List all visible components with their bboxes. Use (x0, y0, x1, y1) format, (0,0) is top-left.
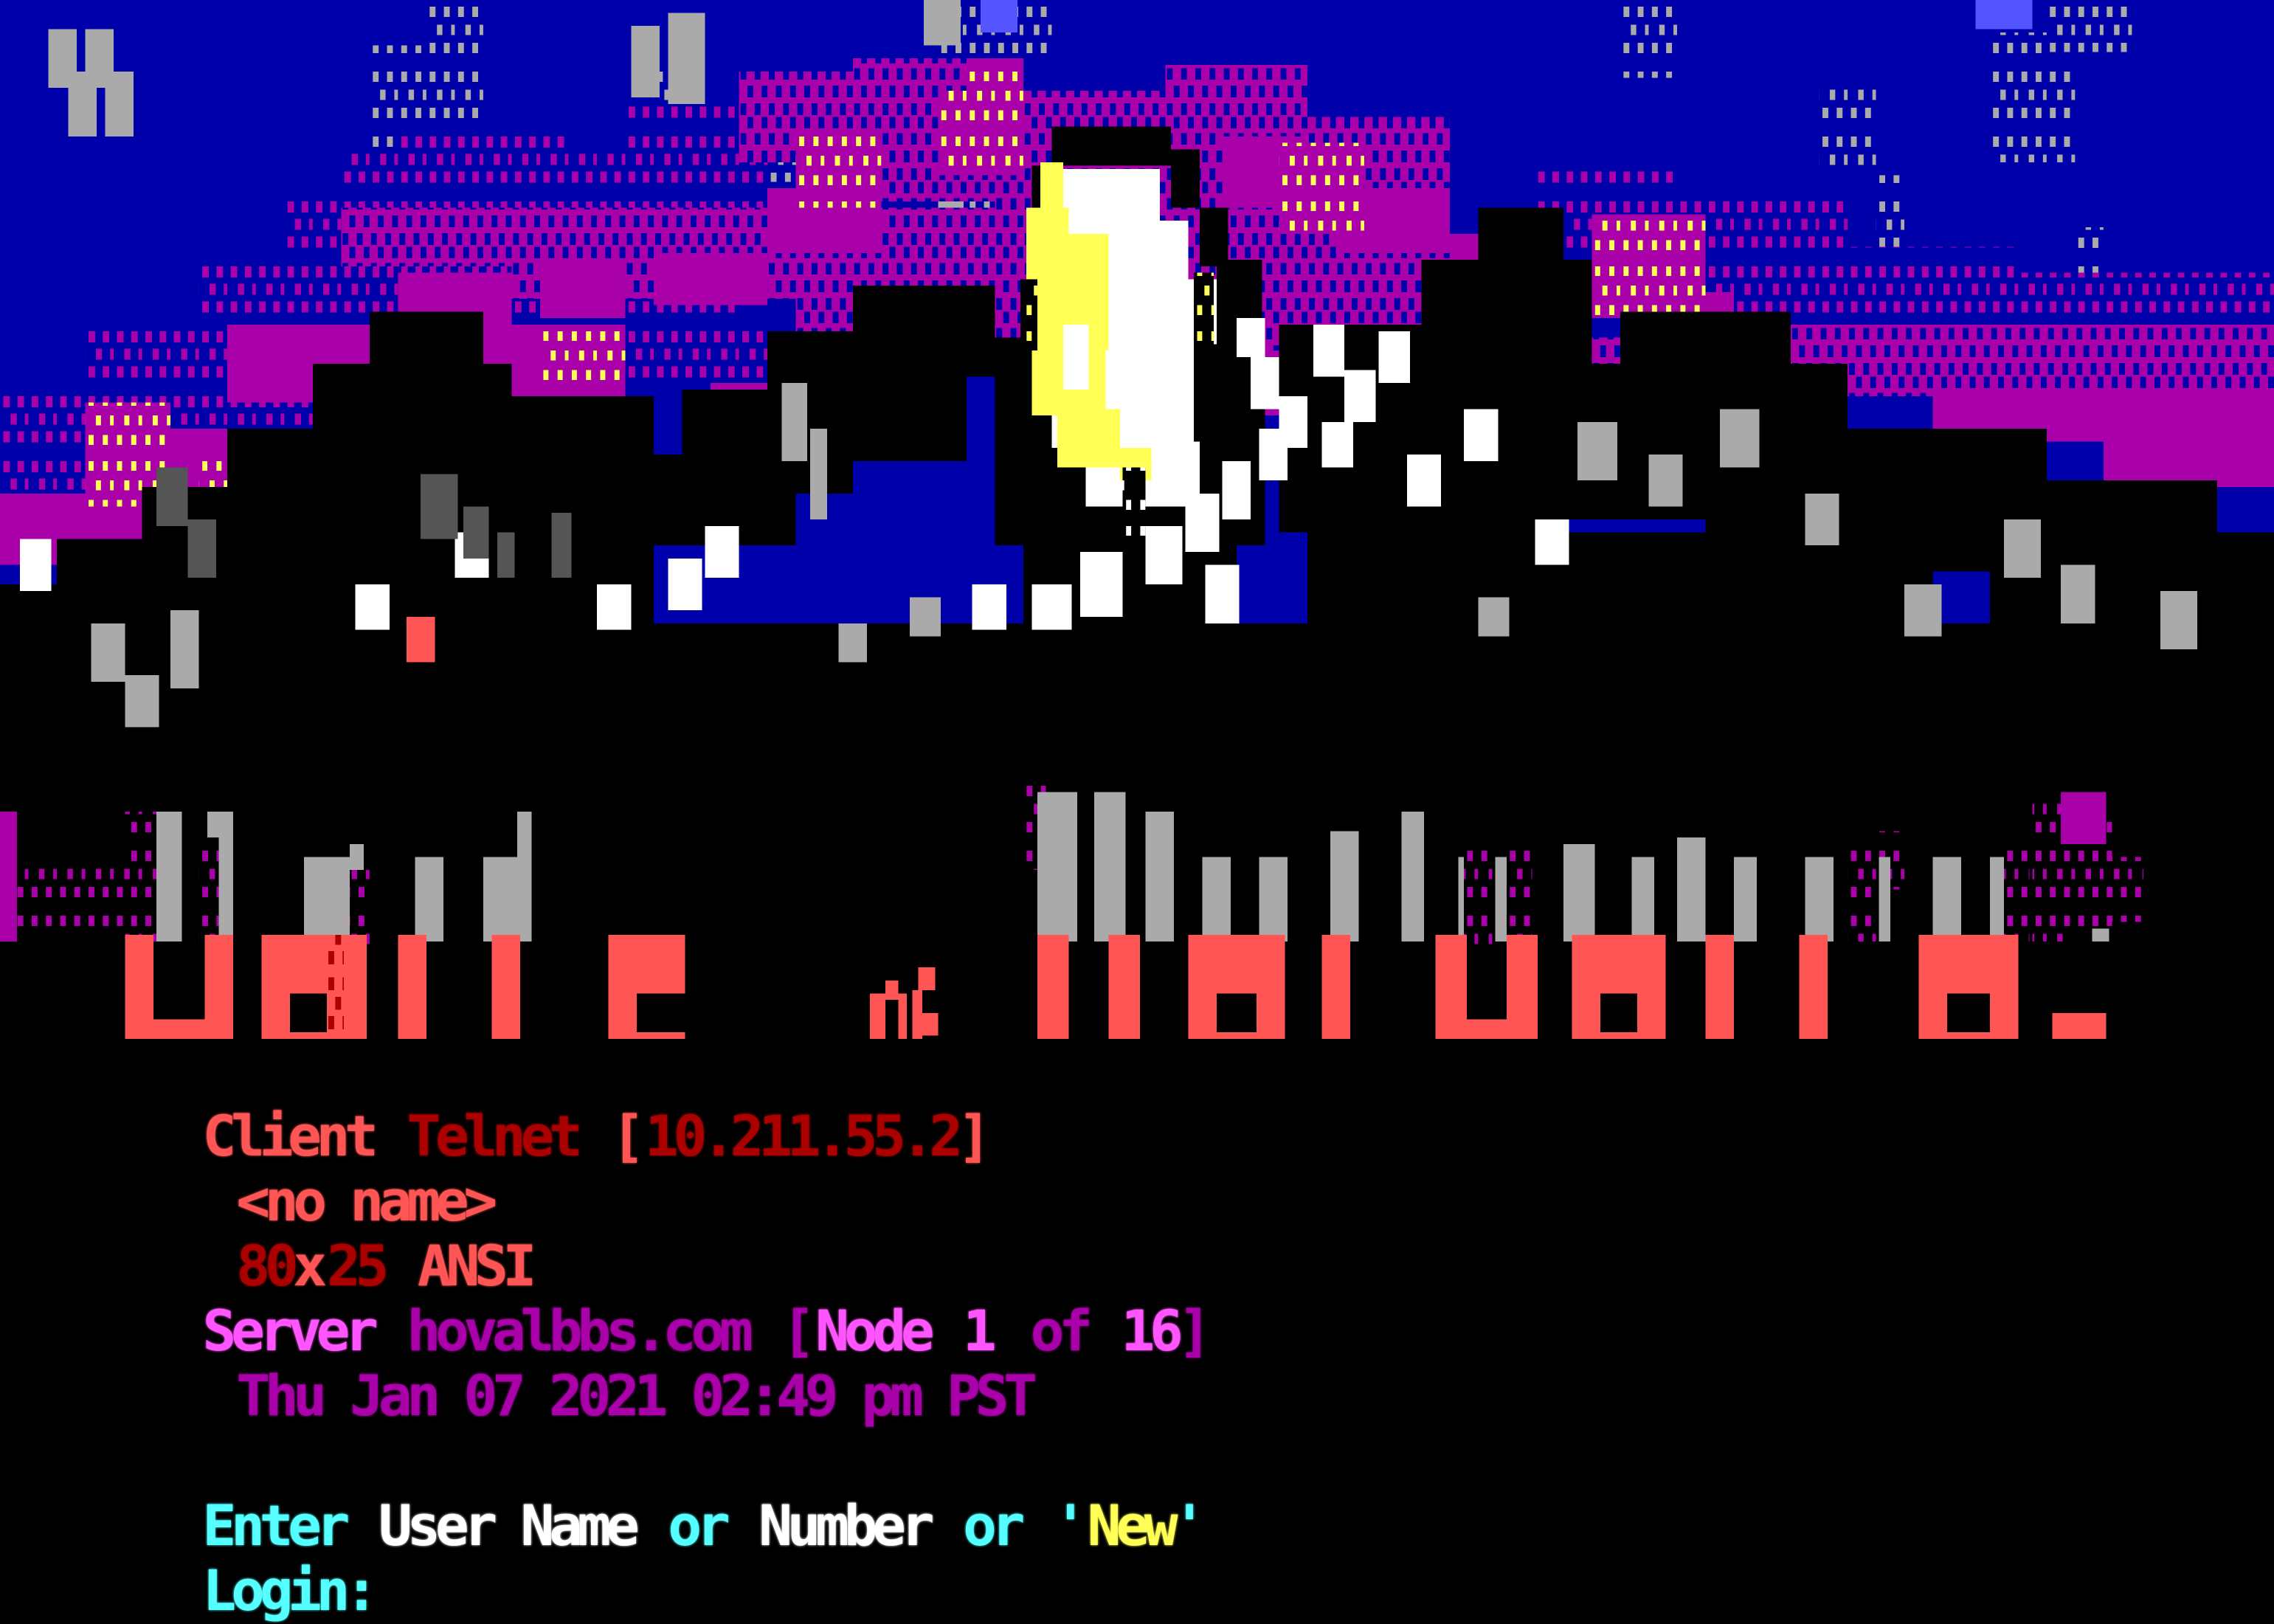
server-line: Server hovalbbs.com [No d e 1 of 1 6] (0, 1234, 2274, 1364)
terminal-text-area: Client Telnet [1 0. 2 1 1. 5 5. 2] < n o n a m e > 80… (0, 1039, 2274, 1624)
ember-accent (406, 617, 435, 663)
login-line[interactable]: Login: (0, 1493, 2274, 1623)
client-line: Client Telnet [1 0. 2 1 1. 5 5. 2] (0, 1039, 2274, 1169)
bbs-terminal-screen: Client Telnet [1 0. 2 1 1. 5 5. 2] < n o n a m e > 80… (0, 0, 2274, 1624)
login-label: Login: (202, 1558, 379, 1624)
client-mode-line: 80x25 ANSI (0, 1169, 2274, 1299)
server-datetime-line: Thu Jan 07 2021 02:49 pm PST (0, 1299, 2274, 1428)
prompt-line: Enter User Name or Number or ' Ne w ' (0, 1428, 2274, 1558)
client-name-line: < n o n a m e > (0, 1104, 2274, 1234)
ansi-art-eagle-banner (0, 0, 2274, 1039)
